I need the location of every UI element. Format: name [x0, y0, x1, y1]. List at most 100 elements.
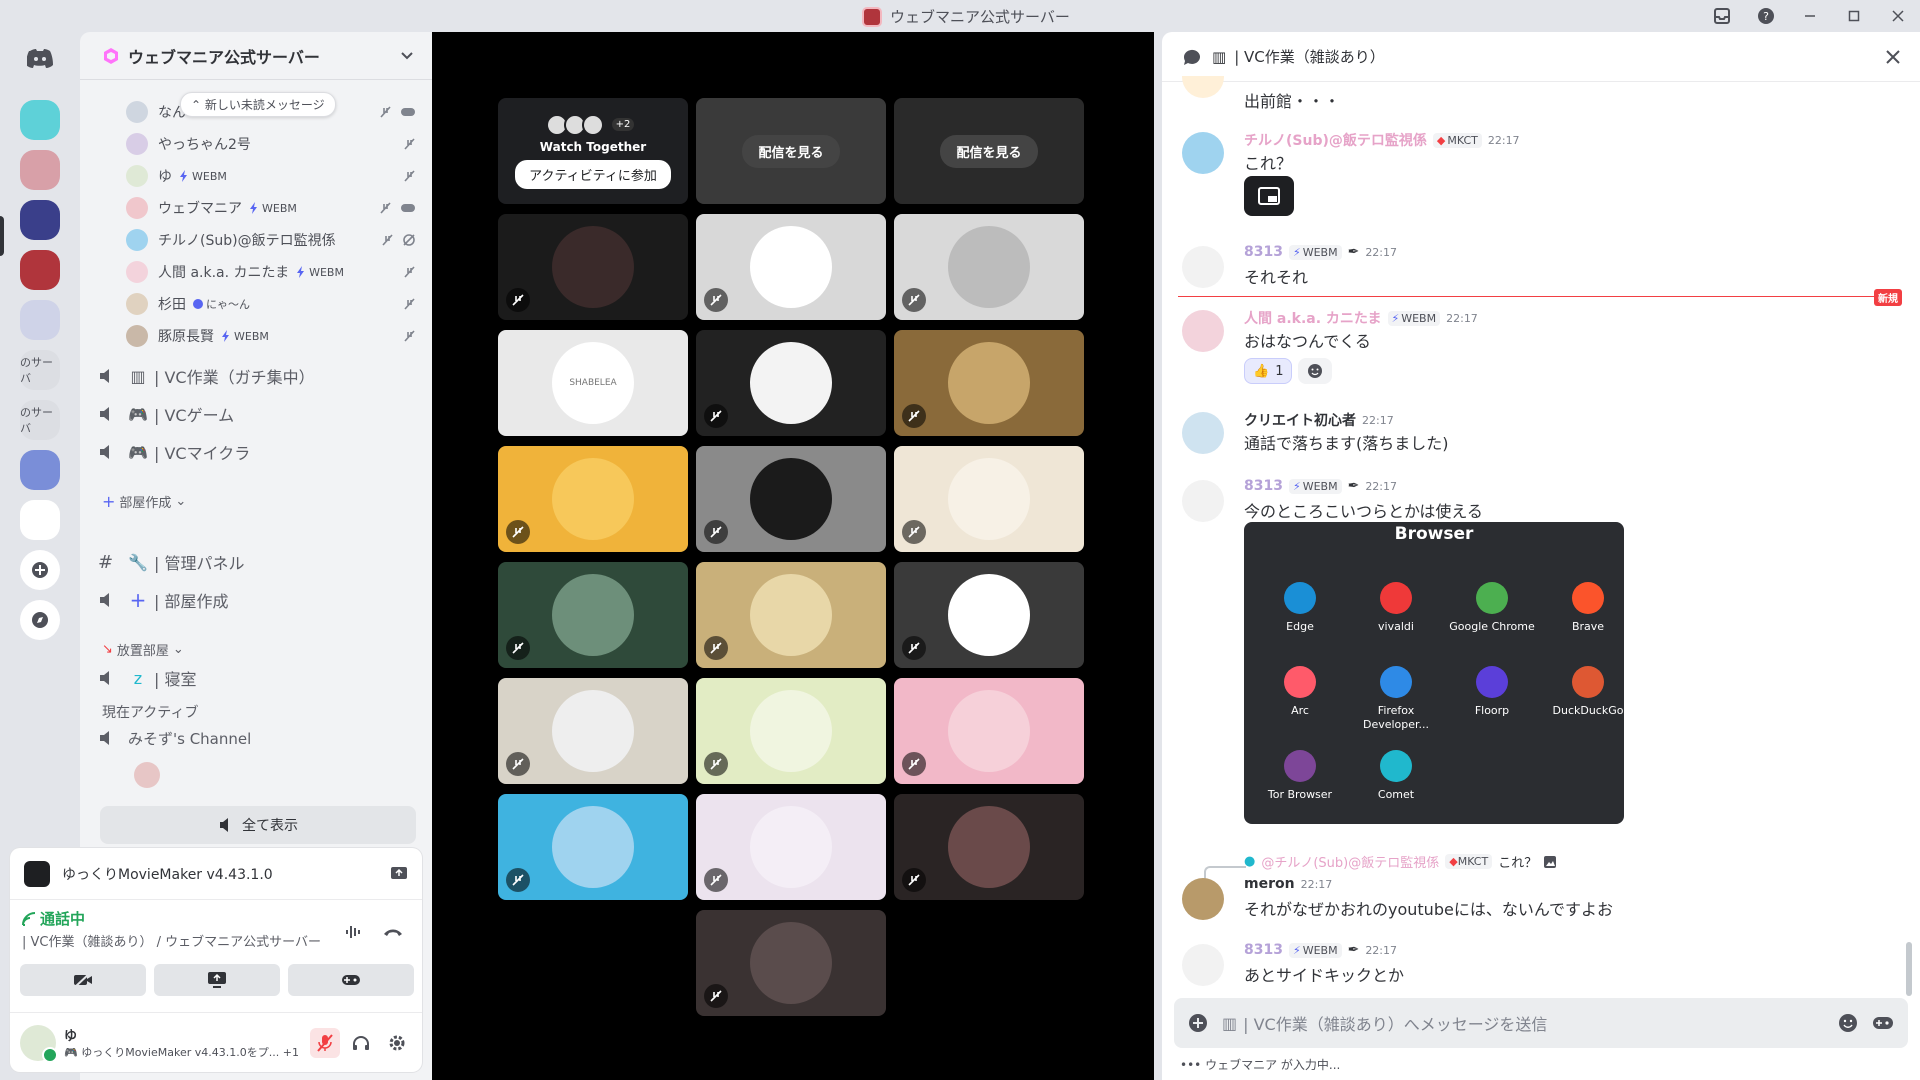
- participant-tile[interactable]: [894, 214, 1084, 320]
- author-name[interactable]: チルノ(Sub)@飯テロ監視係: [1244, 130, 1427, 150]
- server-icon-6[interactable]: のサーバ: [20, 350, 60, 390]
- minimize-icon[interactable]: [1788, 0, 1832, 32]
- participant-tile[interactable]: [894, 330, 1084, 436]
- screen-share-icon[interactable]: [390, 865, 408, 883]
- help-icon[interactable]: ?: [1744, 0, 1788, 32]
- voice-channel-sleep[interactable]: z | 寝室: [98, 662, 416, 694]
- noise-suppression-icon[interactable]: [344, 922, 364, 942]
- voice-member[interactable]: チルノ(Sub)@飯テロ監視係: [126, 226, 416, 254]
- category-afk[interactable]: ↘ 放置部屋 ⌄: [102, 640, 184, 659]
- voice-member[interactable]: 人間 a.k.a. カニたま WEBM: [126, 258, 416, 286]
- join-activity-button[interactable]: アクティビティに参加: [515, 159, 671, 189]
- discord-home-icon[interactable]: [20, 38, 60, 78]
- inbox-icon[interactable]: [1700, 0, 1744, 32]
- avatar[interactable]: [1182, 944, 1224, 986]
- stream-tile[interactable]: 配信を見る: [894, 98, 1084, 204]
- server-icon-1[interactable]: [20, 100, 60, 140]
- voice-member[interactable]: やっちゃん2号: [126, 130, 416, 158]
- voice-channel-minecraft[interactable]: 🎮 | VCマイクラ: [98, 436, 416, 468]
- voice-member[interactable]: 杉田 にゃ〜ん: [126, 290, 416, 318]
- category-room-create[interactable]: + 部屋作成 ⌄: [102, 492, 186, 511]
- participant-tile[interactable]: [696, 330, 886, 436]
- voice-member[interactable]: 豚原長賢 WEBM: [126, 322, 416, 350]
- participant-tile[interactable]: [894, 562, 1084, 668]
- headphones-button[interactable]: [346, 1028, 376, 1058]
- close-icon[interactable]: [1876, 0, 1920, 32]
- voice-channel-game[interactable]: 🎮 | VCゲーム: [98, 398, 416, 430]
- settings-gear-icon[interactable]: [382, 1028, 412, 1058]
- avatar[interactable]: [1182, 246, 1224, 288]
- new-unread-pill[interactable]: ⌃ 新しい未読メッセージ: [180, 92, 336, 117]
- show-all-button[interactable]: 全て表示: [100, 806, 416, 844]
- author-name[interactable]: 8313: [1244, 244, 1283, 260]
- message-composer[interactable]: ▥ | VC作業（雑談あり）へメッセージを送信: [1174, 998, 1908, 1048]
- camera-off-button[interactable]: [20, 964, 146, 996]
- author-name[interactable]: 8313: [1244, 942, 1283, 958]
- voice-location[interactable]: | VC作業（雑談あり） / ウェブマニア公式サーバー: [22, 931, 322, 950]
- participant-tile[interactable]: [894, 794, 1084, 900]
- participant-tile[interactable]: [894, 446, 1084, 552]
- active-member-avatar[interactable]: [134, 762, 160, 788]
- author-name[interactable]: 人間 a.k.a. カニたま: [1244, 308, 1382, 328]
- watch-stream-button[interactable]: 配信を見る: [940, 134, 1038, 168]
- maximize-icon[interactable]: [1832, 0, 1876, 32]
- avatar[interactable]: [1182, 412, 1224, 454]
- participant-tile[interactable]: SHABELEA: [498, 330, 688, 436]
- watch-stream-button[interactable]: 配信を見る: [742, 134, 840, 168]
- gamepad-icon[interactable]: [1872, 1015, 1894, 1031]
- avatar[interactable]: [1182, 480, 1224, 522]
- emoji-icon[interactable]: [1838, 1013, 1858, 1033]
- pip-icon[interactable]: [1244, 176, 1294, 216]
- browser-image-embed[interactable]: Browser Edge vivaldi Google Chrome Brave Arc…: [1244, 522, 1624, 824]
- add-attachment-icon[interactable]: [1188, 1013, 1208, 1033]
- voice-channel-create[interactable]: + | 部屋作成: [98, 584, 416, 616]
- server-icon-3[interactable]: [20, 200, 60, 240]
- participant-tile[interactable]: [498, 214, 688, 320]
- chevron-down-icon[interactable]: [400, 49, 414, 63]
- server-header[interactable]: ウェブマニア公式サーバー: [80, 32, 432, 80]
- close-icon[interactable]: [1886, 49, 1900, 64]
- voice-member[interactable]: ウェブマニア WEBM: [126, 194, 416, 222]
- participant-tile[interactable]: [498, 446, 688, 552]
- reaction-thumbs-up[interactable]: 👍 1: [1244, 358, 1293, 384]
- add-server-icon[interactable]: [20, 550, 60, 590]
- user-avatar[interactable]: [20, 1024, 58, 1063]
- disconnect-icon[interactable]: [382, 924, 404, 940]
- mic-muted-button[interactable]: [310, 1027, 340, 1058]
- server-icon-5[interactable]: [20, 300, 60, 340]
- participant-tile[interactable]: [498, 678, 688, 784]
- active-channel[interactable]: みそず's Channel: [98, 722, 416, 754]
- composer-placeholder[interactable]: | VC作業（雑談あり）へメッセージを送信: [1243, 1011, 1547, 1035]
- activity-button[interactable]: [288, 964, 414, 996]
- participant-tile[interactable]: [696, 446, 886, 552]
- server-icon-8[interactable]: [20, 450, 60, 490]
- screen-share-button[interactable]: [154, 964, 280, 996]
- participant-tile[interactable]: [696, 910, 886, 1016]
- activity-row[interactable]: ゆっくりMovieMaker v4.43.1.0: [10, 848, 422, 900]
- participant-tile[interactable]: [894, 678, 1084, 784]
- text-channel-admin[interactable]: # 🔧 | 管理パネル: [98, 546, 416, 578]
- server-icon-webmania[interactable]: [20, 250, 60, 290]
- user-panel[interactable]: ゆ 🎮 ゆっくりMovieMaker v4.43.1.0をプ... +1: [10, 1012, 422, 1072]
- voice-channel-focus[interactable]: ▥ | VC作業（ガチ集中）: [98, 360, 416, 392]
- add-reaction-button[interactable]: [1298, 358, 1333, 384]
- participant-tile[interactable]: [696, 214, 886, 320]
- participant-tile[interactable]: [696, 794, 886, 900]
- voice-member[interactable]: ゆ WEBM: [126, 162, 416, 190]
- author-name[interactable]: クリエイト初心者: [1244, 410, 1356, 430]
- stream-tile[interactable]: 配信を見る: [696, 98, 886, 204]
- avatar[interactable]: [1182, 132, 1224, 174]
- avatar[interactable]: [1182, 310, 1224, 352]
- reply-preview[interactable]: ● @チルノ(Sub)@飯テロ監視係 ◆MKCT これ？: [1244, 852, 1557, 871]
- participant-tile[interactable]: [696, 678, 886, 784]
- participant-tile[interactable]: [498, 562, 688, 668]
- participant-tile[interactable]: [696, 562, 886, 668]
- server-icon-9[interactable]: [20, 500, 60, 540]
- author-name[interactable]: 8313: [1244, 478, 1283, 494]
- participant-tile[interactable]: [498, 794, 688, 900]
- watch-together-tile[interactable]: +2 Watch Together アクティビティに参加: [498, 98, 688, 204]
- author-name[interactable]: meron: [1244, 876, 1295, 892]
- server-icon-2[interactable]: [20, 150, 60, 190]
- avatar[interactable]: [1182, 878, 1224, 920]
- chat-scrollbar[interactable]: [1906, 942, 1912, 996]
